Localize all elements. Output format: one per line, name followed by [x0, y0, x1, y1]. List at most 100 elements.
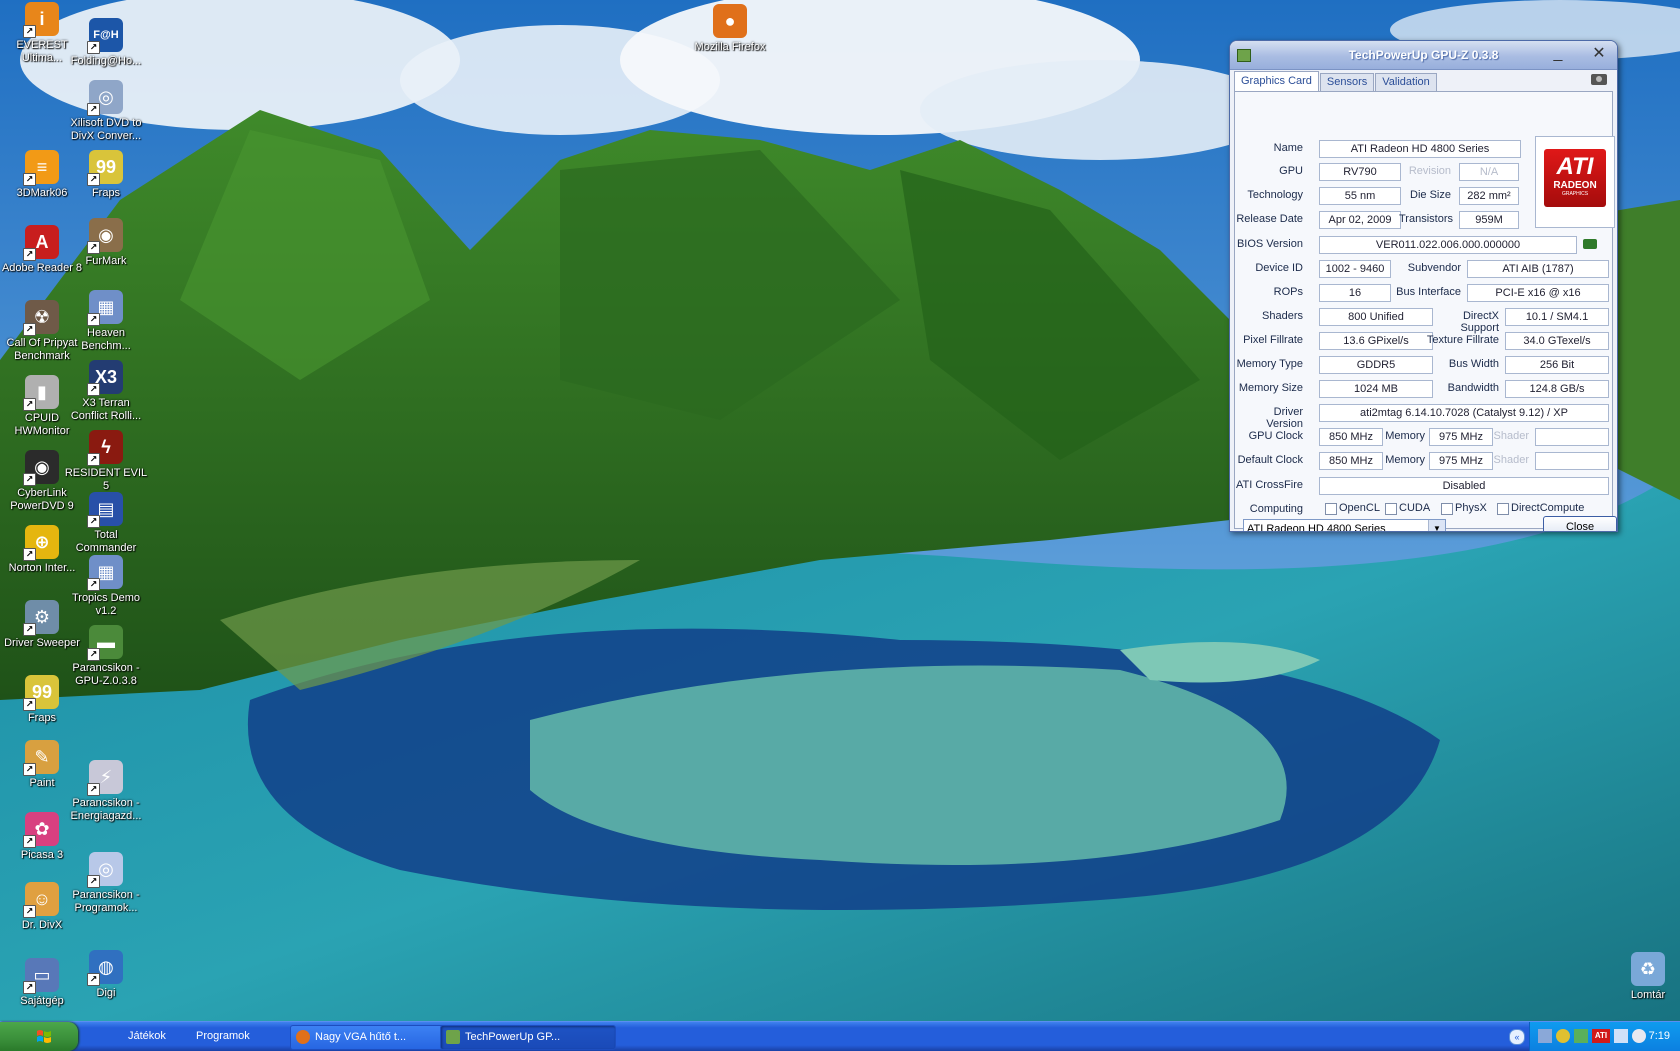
- tray-expand-icon[interactable]: «: [1509, 1029, 1525, 1045]
- update-icon[interactable]: [1632, 1029, 1646, 1043]
- minimize-button[interactable]: _: [1547, 45, 1569, 65]
- label-texture-fillrate: Texture Fillrate: [1426, 334, 1499, 346]
- label-device-id: Device ID: [1255, 262, 1303, 274]
- desktop-icon[interactable]: ◍ ↗ Digi: [64, 950, 148, 1000]
- shortcut-arrow-icon: ↗: [23, 323, 36, 336]
- desktop-icon-label: Folding@Ho...: [70, 55, 142, 67]
- desktop-icon-label: RESIDENT EVIL 5: [64, 467, 148, 492]
- label-opencl: OpenCL: [1339, 502, 1380, 514]
- desktop-icon-label: FurMark: [85, 255, 127, 267]
- desktop-icon-label: Fraps: [27, 712, 57, 724]
- task-gpuz[interactable]: TechPowerUp GP...: [440, 1025, 616, 1050]
- norton-tray-icon[interactable]: [1556, 1029, 1570, 1043]
- label-technology: Technology: [1247, 189, 1303, 201]
- label-default-clock: Default Clock: [1237, 454, 1303, 466]
- desktop-icon[interactable]: ▤ ↗ Total Commander: [64, 492, 148, 555]
- everest-icon: i ↗: [23, 2, 59, 38]
- shortcut-arrow-icon: ↗: [87, 875, 100, 888]
- desktop-icon[interactable]: ▦ ↗ Heaven Benchm...: [64, 290, 148, 353]
- shortcut-arrow-icon: ↗: [23, 835, 36, 848]
- shortcut-arrow-icon: ↗: [23, 25, 36, 38]
- label-shader-clock: Shader: [1493, 430, 1529, 442]
- label-default-memory: Memory: [1385, 454, 1425, 466]
- shortcut-arrow-icon: ↗: [87, 515, 100, 528]
- total-commander-icon: ▤ ↗: [87, 492, 123, 528]
- volume-icon[interactable]: [1614, 1029, 1628, 1043]
- camera-icon[interactable]: [1591, 74, 1607, 85]
- label-bus-interface: Bus Interface: [1396, 286, 1461, 298]
- firefox-icon: ●: [713, 4, 747, 38]
- clock[interactable]: 7:19: [1649, 1022, 1670, 1051]
- digi-icon: ◍ ↗: [87, 950, 123, 986]
- field-shaders: 800 Unified: [1319, 308, 1433, 326]
- shortcut-arrow-icon: ↗: [23, 981, 36, 994]
- field-memory-clock: 975 MHz: [1429, 428, 1493, 446]
- dvd-disc-icon: ◎ ↗: [87, 80, 123, 116]
- shortcut-arrow-icon: ↗: [23, 763, 36, 776]
- desktop-icon-label: Heaven Benchm...: [81, 327, 131, 352]
- label-directx: DirectX Support: [1460, 310, 1499, 334]
- label-gpu: GPU: [1279, 165, 1303, 177]
- 3dmark-icon: ≡ ↗: [23, 150, 59, 186]
- shortcut-arrow-icon: ↗: [23, 173, 36, 186]
- label-revision: Revision: [1408, 165, 1451, 177]
- shortcut-arrow-icon: ↗: [23, 698, 36, 711]
- fraps-icon: 99 ↗: [87, 150, 123, 186]
- desktop-icon[interactable]: ϟ ↗ RESIDENT EVIL 5: [64, 430, 148, 493]
- field-pixel-fillrate: 13.6 GPixel/s: [1319, 332, 1433, 350]
- recycle-bin-icon: ♻: [1631, 952, 1665, 986]
- close-button[interactable]: Close: [1543, 516, 1617, 531]
- label-driver-version: Driver Version: [1266, 406, 1303, 430]
- card-select[interactable]: ATI Radeon HD 4800 Series ▼: [1243, 519, 1446, 531]
- field-bus-width: 256 Bit: [1505, 356, 1609, 374]
- checkbox-opencl[interactable]: [1325, 503, 1337, 515]
- shortcut-arrow-icon: ↗: [23, 398, 36, 411]
- desktop-icon[interactable]: ◉ ↗ FurMark: [64, 218, 148, 268]
- chevron-down-icon[interactable]: ▼: [1428, 520, 1445, 531]
- desktop-icon[interactable]: 99 ↗ Fraps: [0, 675, 84, 725]
- fraps-icon: 99 ↗: [23, 675, 59, 711]
- field-shader-clock: [1535, 428, 1609, 446]
- bios-save-icon[interactable]: [1583, 239, 1597, 249]
- desktop-icon-label: X3 Terran Conflict Rolli...: [70, 397, 142, 422]
- start-button[interactable]: [0, 1022, 78, 1051]
- desktop-icon[interactable]: F@H ↗ Folding@Ho...: [64, 18, 148, 68]
- checkbox-physx[interactable]: [1441, 503, 1453, 515]
- tab-sensors[interactable]: Sensors: [1319, 73, 1375, 92]
- checkbox-directcompute[interactable]: [1497, 503, 1509, 515]
- field-default-gpu-clock: 850 MHz: [1319, 452, 1383, 470]
- network-icon[interactable]: [1538, 1029, 1552, 1043]
- checkbox-cuda[interactable]: [1385, 503, 1397, 515]
- toolbar-jatekok[interactable]: Játékok: [128, 1022, 166, 1051]
- tab-validation[interactable]: Validation: [1375, 73, 1437, 92]
- tropics-icon: ▦ ↗: [87, 555, 123, 591]
- toolbar-programok[interactable]: Programok: [196, 1022, 250, 1051]
- desktop-icon-label: Mozilla Firefox: [694, 41, 766, 53]
- shortcut-arrow-icon: ↗: [87, 783, 100, 796]
- label-transistors: Transistors: [1399, 213, 1453, 225]
- desktop-icon[interactable]: ◎ ↗ Xilisoft DVD to DivX Conver...: [64, 80, 148, 143]
- powerdvd-icon: ◉ ↗: [23, 450, 59, 486]
- close-icon[interactable]: ✕: [1588, 45, 1610, 65]
- desktop-icon[interactable]: ● Mozilla Firefox: [688, 4, 772, 54]
- task-browser[interactable]: Nagy VGA hűtő t...: [290, 1025, 460, 1050]
- desktop-icon[interactable]: 99 ↗ Fraps: [64, 150, 148, 200]
- field-memory-size: 1024 MB: [1319, 380, 1433, 398]
- label-cuda: CUDA: [1399, 502, 1431, 514]
- title-bar[interactable]: TechPowerUp GPU-Z 0.3.8 _ ✕: [1230, 41, 1617, 70]
- field-gpu-clock: 850 MHz: [1319, 428, 1383, 446]
- gpuz-window[interactable]: TechPowerUp GPU-Z 0.3.8 _ ✕ Graphics Car…: [1229, 40, 1618, 532]
- desktop-icon[interactable]: X3 ↗ X3 Terran Conflict Rolli...: [64, 360, 148, 423]
- folding-at-home-icon: F@H ↗: [87, 18, 123, 54]
- shortcut-arrow-icon: ↗: [87, 973, 100, 986]
- tab-graphics-card[interactable]: Graphics Card: [1234, 71, 1319, 92]
- paint-icon: ✎ ↗: [23, 740, 59, 776]
- field-release-date: Apr 02, 2009: [1319, 211, 1401, 229]
- desktop-icon[interactable]: ♻ Lomtár: [1606, 952, 1680, 1002]
- field-subvendor: ATI AIB (1787): [1467, 260, 1609, 278]
- shortcut-arrow-icon: ↗: [87, 103, 100, 116]
- safely-remove-icon[interactable]: [1574, 1029, 1588, 1043]
- label-name: Name: [1273, 142, 1303, 154]
- ati-tray-icon[interactable]: ATI: [1592, 1029, 1610, 1043]
- desktop-icon[interactable]: ☺ ↗ Dr. DivX: [0, 882, 84, 932]
